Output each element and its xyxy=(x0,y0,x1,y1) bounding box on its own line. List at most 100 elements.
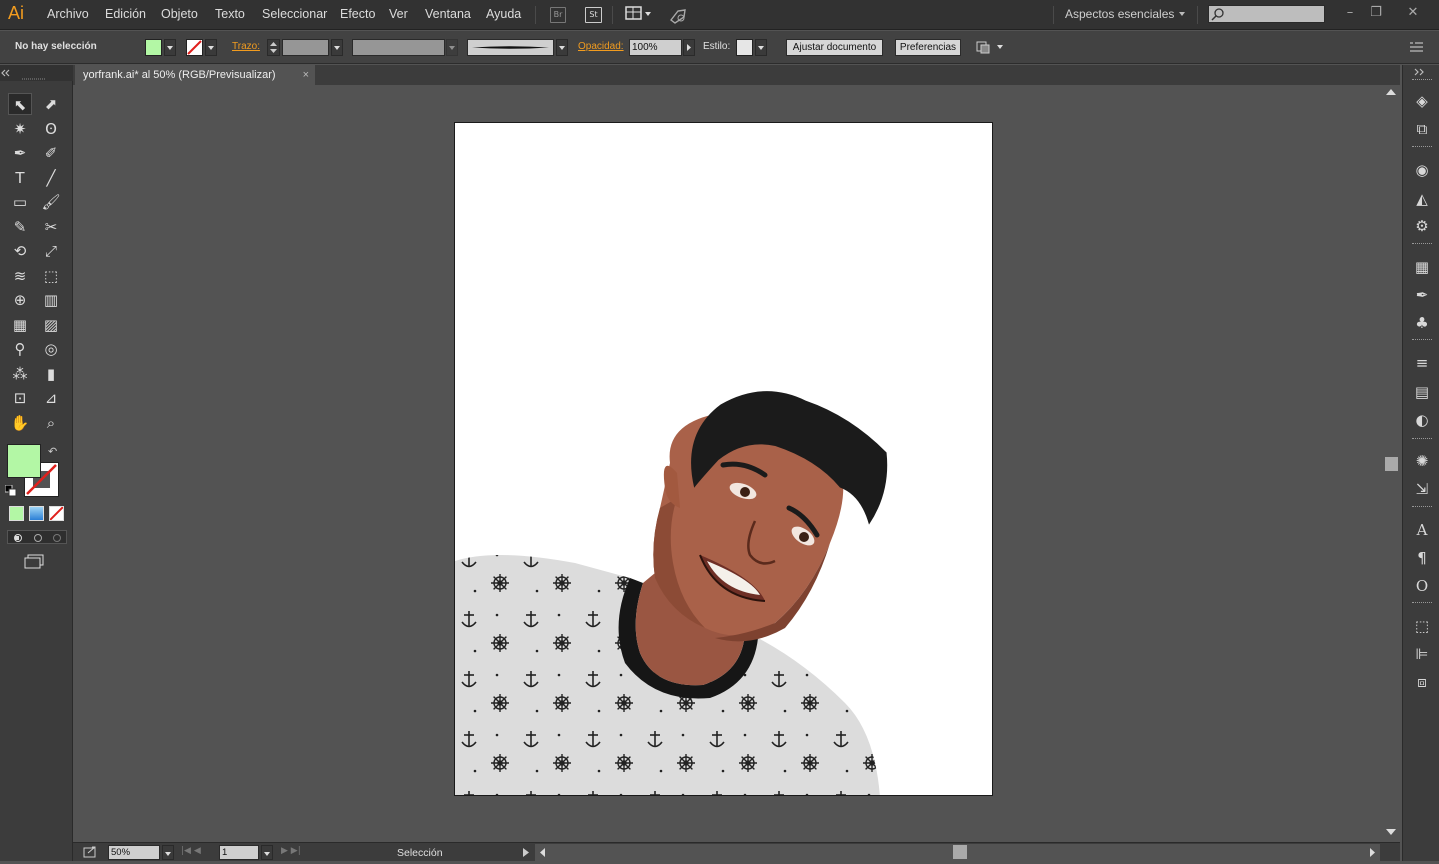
workspace-switcher[interactable]: Aspectos esenciales xyxy=(1065,7,1174,21)
warp-tool[interactable]: ≋ xyxy=(8,265,32,287)
slice-tool[interactable]: ⊿ xyxy=(39,387,63,409)
opentype-icon[interactable]: O xyxy=(1413,577,1431,595)
vertical-scroll-thumb[interactable] xyxy=(1385,457,1398,471)
menu-objeto[interactable]: Objeto xyxy=(161,7,198,21)
stroke-weight-stepper[interactable] xyxy=(267,39,280,56)
transparency-icon[interactable]: ◐ xyxy=(1413,411,1431,429)
magic-wand-tool[interactable]: ✷ xyxy=(8,118,32,140)
status-menu-button[interactable] xyxy=(521,846,531,859)
gradient-icon[interactable]: ▤ xyxy=(1413,383,1431,401)
direct-selection-tool[interactable]: ⬈ xyxy=(39,93,63,115)
horizontal-scrollbar[interactable] xyxy=(535,844,1380,861)
minimize-button[interactable]: – xyxy=(1339,3,1361,23)
menu-ventana[interactable]: Ventana xyxy=(425,7,471,21)
vertical-scrollbar[interactable] xyxy=(1382,85,1400,842)
shape-builder-tool[interactable]: ⊕ xyxy=(8,289,32,311)
restore-button[interactable]: ❐ xyxy=(1365,3,1387,23)
artboard-tool[interactable]: ⊡ xyxy=(8,387,32,409)
zoom-input[interactable]: 50% xyxy=(108,845,160,860)
opacity-slider-button[interactable] xyxy=(683,39,695,56)
close-button[interactable]: ✕ xyxy=(1402,3,1424,23)
graphic-style-swatch[interactable] xyxy=(736,39,753,56)
opacity-label[interactable]: Opacidad: xyxy=(578,41,624,52)
export-icon[interactable]: ⇲ xyxy=(1413,480,1431,498)
mesh-tool[interactable]: ▦ xyxy=(8,314,32,336)
color-guide-icon[interactable]: ◉ xyxy=(1413,161,1431,179)
panel-group-grip[interactable] xyxy=(1412,506,1432,508)
lasso-tool[interactable]: ʘ xyxy=(39,118,63,140)
menu-archivo[interactable]: Archivo xyxy=(47,7,89,21)
menu-texto[interactable]: Texto xyxy=(215,7,245,21)
close-tab-icon[interactable]: × xyxy=(303,65,309,85)
brush-definition[interactable] xyxy=(467,39,554,56)
opacity-input[interactable]: 100% xyxy=(629,39,682,56)
stroke-icon[interactable]: ≡ xyxy=(1413,354,1431,372)
graph-tool[interactable]: ▥ xyxy=(39,289,63,311)
appearance-icon[interactable]: ⚙ xyxy=(1413,217,1431,235)
artboard[interactable] xyxy=(454,122,993,796)
swatches-icon[interactable]: ▦ xyxy=(1413,258,1431,276)
menu-seleccionar[interactable]: Seleccionar xyxy=(262,7,327,21)
pencil-tool[interactable]: ✎ xyxy=(8,216,32,238)
panel-menu-button[interactable] xyxy=(1410,41,1424,53)
eyedropper-tool[interactable]: ⚲ xyxy=(8,338,32,360)
zoom-dropdown[interactable] xyxy=(162,845,174,860)
panel-group-grip[interactable] xyxy=(1412,438,1432,440)
stroke-weight-input[interactable] xyxy=(282,39,329,56)
panel-group-grip[interactable] xyxy=(1412,146,1432,148)
share-button[interactable] xyxy=(83,845,97,859)
hand-tool[interactable]: ✋ xyxy=(8,412,32,434)
color-icon[interactable]: ◭ xyxy=(1413,190,1431,208)
swap-colors-icon[interactable]: ↶ xyxy=(48,445,62,458)
rotate-tool[interactable]: ⟲ xyxy=(8,240,32,262)
expand-panels-icon[interactable] xyxy=(1403,65,1439,79)
stroke-swatch[interactable] xyxy=(186,39,203,56)
panel-group-grip[interactable] xyxy=(1412,602,1432,604)
horizontal-scroll-thumb[interactable] xyxy=(953,845,967,859)
brush-dropdown[interactable] xyxy=(556,39,568,56)
color-mode-icon[interactable] xyxy=(9,506,24,521)
search-input[interactable] xyxy=(1208,5,1325,23)
artboard-nav-prev[interactable]: |◀ ◀ xyxy=(181,846,217,859)
zoom-tool[interactable]: ⌕ xyxy=(39,412,63,434)
gpu-performance-button[interactable] xyxy=(668,6,690,24)
graphic-style-dropdown[interactable] xyxy=(755,39,767,56)
scale-tool[interactable]: ⤢ xyxy=(39,240,63,262)
tools-panel-header[interactable] xyxy=(0,65,73,81)
draw-mode-icons[interactable] xyxy=(8,531,68,545)
pen-tool[interactable]: ✒ xyxy=(8,142,32,164)
free-transform-tool[interactable]: ⬚ xyxy=(39,265,63,287)
stroke-dropdown[interactable] xyxy=(205,39,217,56)
screen-mode-button[interactable] xyxy=(23,554,47,570)
selection-tool[interactable]: ⬉ xyxy=(8,93,32,115)
bridge-button[interactable]: Br xyxy=(550,7,566,23)
artboard-number-input[interactable]: 1 xyxy=(219,845,259,860)
menu-ayuda[interactable]: Ayuda xyxy=(486,7,521,21)
arrange-button[interactable] xyxy=(975,39,1005,56)
menu-edicion[interactable]: Edición xyxy=(105,7,146,21)
graphic-styles-icon[interactable]: ✺ xyxy=(1413,452,1431,470)
stroke-weight-dropdown[interactable] xyxy=(331,39,343,56)
panel-group-grip[interactable] xyxy=(1412,339,1432,341)
artboard-nav-next[interactable]: ▶ ▶| xyxy=(281,846,317,859)
preferences-button[interactable]: Preferencias xyxy=(895,39,961,56)
column-graph-tool[interactable]: ▮ xyxy=(39,363,63,385)
document-setup-button[interactable]: Ajustar documento xyxy=(786,39,883,56)
stock-button[interactable]: St xyxy=(585,7,602,23)
gradient-mode-icon[interactable] xyxy=(29,506,44,521)
type-tool[interactable]: T xyxy=(8,167,32,189)
artboard-dropdown[interactable] xyxy=(261,845,273,860)
stroke-label[interactable]: Trazo: xyxy=(232,41,260,52)
arrange-documents-button[interactable] xyxy=(625,6,653,22)
artboards-icon[interactable]: ⧉ xyxy=(1413,120,1431,138)
current-tool-status[interactable]: Selección xyxy=(397,847,443,859)
symbols-icon[interactable]: ♣ xyxy=(1413,314,1431,332)
none-mode-icon[interactable] xyxy=(49,506,64,521)
variable-width-dropdown[interactable] xyxy=(446,39,458,56)
fill-dropdown[interactable] xyxy=(164,39,176,56)
brushes-icon[interactable]: ✒ xyxy=(1413,286,1431,304)
align-icon[interactable]: ⊫ xyxy=(1413,645,1431,663)
pathfinder-icon[interactable]: ⧈ xyxy=(1413,673,1431,691)
gradient-tool[interactable]: ▨ xyxy=(39,314,63,336)
character-icon[interactable]: A xyxy=(1413,521,1431,539)
